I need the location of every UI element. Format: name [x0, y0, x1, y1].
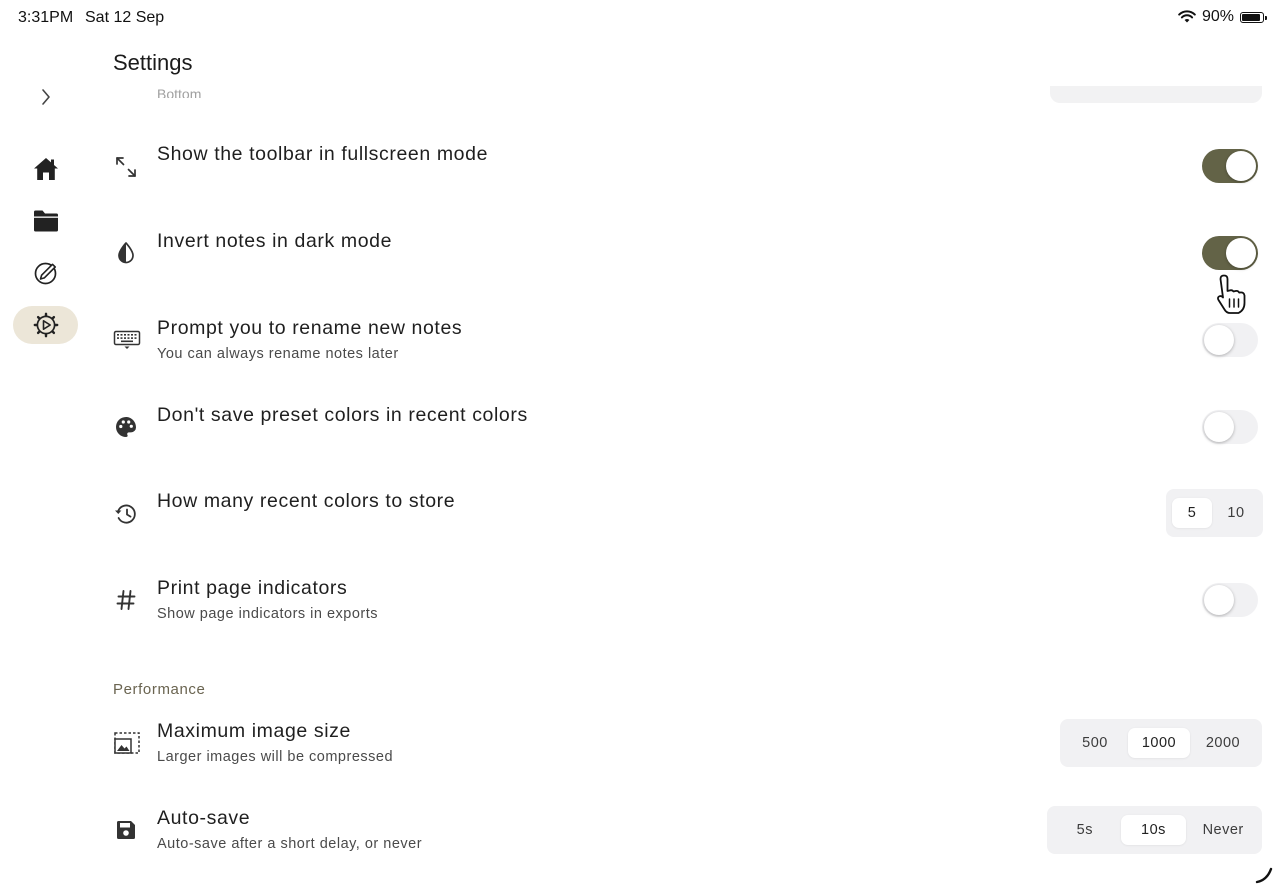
setting-title: Auto-save — [157, 807, 251, 829]
setting-title: Prompt you to rename new notes — [157, 317, 463, 339]
recent-colors-segmented-control: 5 10 — [1166, 489, 1263, 537]
page-indicators-toggle[interactable] — [1202, 583, 1258, 617]
setting-row-preset-colors: Don't save preset colors in recent color… — [100, 404, 1270, 452]
setting-title: Don't save preset colors in recent color… — [157, 404, 528, 426]
page-title: Settings — [113, 50, 193, 75]
previous-row-subtitle: Bottom — [157, 86, 202, 98]
status-date: Sat 12 Sep — [85, 9, 165, 26]
settings-gear-icon — [33, 312, 58, 338]
rail-settings-button[interactable] — [13, 306, 78, 344]
wifi-icon — [1178, 10, 1196, 23]
header-background — [100, 36, 1280, 86]
navigation-rail — [0, 70, 92, 370]
rail-home-button[interactable] — [13, 150, 78, 188]
history-icon — [112, 500, 140, 528]
hash-icon — [112, 586, 140, 614]
rail-folder-button[interactable] — [13, 202, 78, 240]
chevron-right-icon — [41, 89, 50, 105]
auto-save-option-never[interactable]: Never — [1190, 815, 1256, 845]
battery-icon — [1240, 11, 1267, 23]
palette-icon — [112, 413, 140, 441]
setting-title: Show the toolbar in fullscreen mode — [157, 143, 489, 165]
status-right: 90% — [1178, 8, 1267, 26]
recent-colors-option-5[interactable]: 5 — [1172, 498, 1212, 528]
max-image-segmented-control: 500 1000 2000 — [1060, 719, 1262, 767]
setting-row-rename-prompt: Prompt you to rename new notes You can a… — [100, 317, 1270, 365]
auto-save-option-10s[interactable]: 10s — [1120, 815, 1187, 845]
folder-icon — [33, 210, 58, 232]
save-icon — [112, 816, 140, 844]
status-bar: 3:31PM Sat 12 Sep 90% — [0, 0, 1280, 36]
section-label-performance: Performance — [113, 681, 206, 698]
rail-pen-button[interactable] — [13, 254, 78, 292]
expand-arrows-icon — [112, 153, 140, 181]
setting-title: Print page indicators — [157, 577, 348, 599]
setting-row-recent-colors: How many recent colors to store 5 10 — [100, 489, 1270, 538]
setting-title: Invert notes in dark mode — [157, 230, 393, 252]
setting-subtitle: Show page indicators in exports — [157, 606, 379, 622]
invert-dark-mode-toggle[interactable] — [1202, 236, 1258, 270]
setting-subtitle: You can always rename notes later — [157, 346, 399, 362]
max-image-option-500[interactable]: 500 — [1066, 728, 1124, 758]
max-image-option-2000[interactable]: 2000 — [1194, 728, 1252, 758]
setting-subtitle: Auto-save after a short delay, or never — [157, 836, 423, 852]
setting-subtitle: Larger images will be compressed — [157, 749, 394, 765]
fullscreen-toolbar-toggle[interactable] — [1202, 149, 1258, 183]
setting-row-max-image-size: Maximum image size Larger images will be… — [100, 719, 1270, 768]
image-resize-icon — [112, 729, 142, 757]
setting-row-page-indicators: Print page indicators Show page indicato… — [100, 577, 1270, 625]
hand-pointer-cursor-icon — [1217, 274, 1246, 314]
max-image-option-1000[interactable]: 1000 — [1128, 728, 1190, 758]
resize-corner-icon — [1255, 867, 1273, 884]
setting-title: How many recent colors to store — [157, 490, 456, 512]
setting-row-invert-dark-mode: Invert notes in dark mode — [100, 230, 1270, 278]
home-icon — [33, 158, 58, 180]
setting-row-auto-save: Auto-save Auto-save after a short delay,… — [100, 806, 1270, 855]
keyboard-icon — [112, 326, 142, 354]
contrast-drop-icon — [112, 239, 140, 267]
auto-save-option-5s[interactable]: 5s — [1053, 815, 1117, 845]
recent-colors-option-10[interactable]: 10 — [1216, 498, 1256, 528]
status-time: 3:31PM — [18, 9, 74, 26]
pen-circle-icon — [34, 262, 56, 285]
battery-percent: 90% — [1201, 8, 1234, 25]
setting-row-fullscreen-toolbar: Show the toolbar in fullscreen mode — [100, 143, 1270, 191]
auto-save-segmented-control: 5s 10s Never — [1047, 806, 1262, 854]
expand-rail-button[interactable] — [13, 78, 78, 116]
setting-title: Maximum image size — [157, 720, 351, 742]
preset-colors-toggle[interactable] — [1202, 410, 1258, 444]
previous-row-control — [1050, 86, 1262, 103]
rename-prompt-toggle[interactable] — [1202, 323, 1258, 357]
